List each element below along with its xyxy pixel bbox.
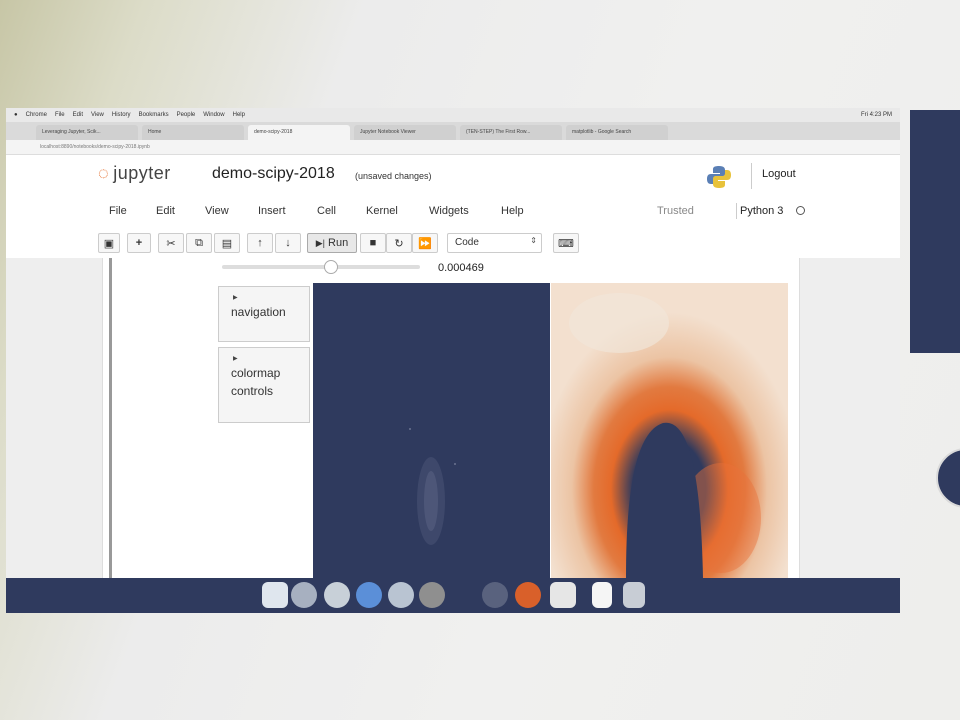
trash-icon[interactable] bbox=[623, 582, 645, 608]
menu-widgets[interactable]: Widgets bbox=[429, 205, 469, 217]
jupyter-logo[interactable]: ◌ jupyter bbox=[98, 163, 171, 184]
floppy-icon: ▣ bbox=[103, 237, 115, 250]
photos-icon[interactable] bbox=[419, 582, 445, 608]
accordion-label: colormap bbox=[231, 366, 281, 380]
logout-button[interactable]: Logout bbox=[762, 168, 796, 180]
copy-icon: ⧉ bbox=[195, 236, 203, 249]
safari-icon[interactable] bbox=[324, 582, 350, 608]
divider bbox=[751, 163, 752, 189]
browser-tab[interactable]: matplotlib - Google Search bbox=[566, 125, 668, 140]
accordion-navigation[interactable]: ▶ navigation bbox=[218, 286, 310, 342]
arrow-down-icon: ↓ bbox=[285, 237, 291, 249]
browser-tabbar: Leveraging Jupyter, Scik... Home demo-sc… bbox=[6, 122, 900, 140]
address-bar[interactable]: localhost:8890/notebooks/demo-scipy-2018… bbox=[6, 140, 900, 155]
slider-track[interactable] bbox=[222, 265, 420, 269]
cell-type-select[interactable]: Code ⇕ bbox=[447, 233, 542, 253]
compass-icon[interactable] bbox=[388, 582, 414, 608]
copy-button[interactable]: ⧉ bbox=[186, 233, 212, 253]
dock bbox=[6, 578, 900, 613]
os-menu-item[interactable]: Help bbox=[233, 112, 245, 118]
image-plot-left[interactable] bbox=[313, 283, 550, 578]
select-arrows-icon: ⇕ bbox=[530, 236, 537, 245]
os-menu-item[interactable]: History bbox=[112, 112, 131, 118]
caret-right-icon: ▶ bbox=[233, 356, 238, 362]
menu-insert[interactable]: Insert bbox=[258, 205, 286, 217]
stop-icon: ■ bbox=[369, 237, 377, 249]
python-logo-icon bbox=[707, 166, 731, 188]
clock: Fri 4:23 PM bbox=[860, 112, 892, 118]
menu-view[interactable]: View bbox=[205, 205, 229, 217]
browser-tab[interactable]: Leveraging Jupyter, Scik... bbox=[36, 125, 138, 140]
image-plot-left-canvas bbox=[409, 428, 456, 545]
add-cell-button[interactable]: + bbox=[127, 233, 151, 253]
restart-run-all-button[interactable]: ⏩ bbox=[412, 233, 438, 253]
run-label: Run bbox=[328, 237, 349, 249]
launchpad-icon[interactable] bbox=[291, 582, 317, 608]
keyboard-icon: ⌨ bbox=[558, 237, 574, 250]
browser-tab-active[interactable]: demo-scipy-2018 bbox=[248, 125, 350, 140]
scissors-icon: ✂ bbox=[166, 237, 176, 250]
divider bbox=[736, 203, 737, 219]
image-plot-right[interactable] bbox=[551, 283, 788, 578]
menu-edit[interactable]: Edit bbox=[156, 205, 175, 217]
os-menu-item[interactable]: Window bbox=[203, 112, 224, 118]
slider-value: 0.000469 bbox=[438, 262, 484, 274]
caret-right-icon: ▶ bbox=[233, 295, 238, 301]
clipboard-icon: ▤ bbox=[221, 237, 233, 250]
logo-text: jupyter bbox=[113, 163, 171, 183]
menu-kernel[interactable]: Kernel bbox=[366, 205, 398, 217]
cut-button[interactable]: ✂ bbox=[158, 233, 184, 253]
os-menu-item[interactable]: View bbox=[91, 112, 104, 118]
accordion-colormap-controls[interactable]: ▶ colormap controls bbox=[218, 347, 310, 423]
refresh-icon: ↻ bbox=[394, 237, 404, 250]
notes-icon[interactable] bbox=[592, 582, 612, 608]
slack-icon[interactable] bbox=[550, 582, 576, 608]
restart-button[interactable]: ↻ bbox=[386, 233, 412, 253]
accordion-label: controls bbox=[231, 384, 274, 398]
finder-icon[interactable] bbox=[262, 582, 288, 608]
run-button[interactable]: ▶| Run bbox=[307, 233, 357, 253]
system-icon[interactable] bbox=[482, 582, 508, 608]
paste-button[interactable]: ▤ bbox=[214, 233, 240, 253]
image-plot-right-canvas bbox=[569, 293, 761, 578]
chrome-icon[interactable] bbox=[515, 582, 541, 608]
command-palette-button[interactable]: ⌨ bbox=[553, 233, 579, 253]
os-menu-item[interactable]: People bbox=[177, 112, 196, 118]
app-store-icon[interactable] bbox=[356, 582, 382, 608]
jupyter-logo-icon: ◌ bbox=[98, 163, 110, 183]
os-menubar: ● Chrome File Edit View History Bookmark… bbox=[6, 108, 900, 122]
cell-selection-bar bbox=[109, 258, 112, 578]
cell-type-value: Code bbox=[455, 237, 479, 248]
stop-button[interactable]: ■ bbox=[360, 233, 386, 253]
move-up-button[interactable]: ↑ bbox=[247, 233, 273, 253]
os-menu-item[interactable]: File bbox=[55, 112, 65, 118]
accordion-label: navigation bbox=[231, 305, 286, 319]
os-menu-item[interactable]: Bookmarks bbox=[139, 112, 169, 118]
arrow-up-icon: ↑ bbox=[257, 237, 263, 249]
save-button[interactable]: ▣ bbox=[98, 233, 120, 253]
browser-tab[interactable]: Jupyter Notebook Viewer bbox=[354, 125, 456, 140]
browser-tab[interactable]: (TEN-STEP) The First Row... bbox=[460, 125, 562, 140]
notebook-title[interactable]: demo-scipy-2018 bbox=[212, 165, 335, 183]
move-down-button[interactable]: ↓ bbox=[275, 233, 301, 253]
apple-icon[interactable]: ● bbox=[14, 112, 18, 118]
screen: ● Chrome File Edit View History Bookmark… bbox=[6, 108, 900, 613]
save-status: (unsaved changes) bbox=[355, 171, 432, 181]
slider-handle[interactable] bbox=[323, 260, 338, 274]
url-text[interactable]: localhost:8890/notebooks/demo-scipy-2018… bbox=[40, 144, 150, 150]
trusted-indicator[interactable]: Trusted bbox=[657, 205, 694, 217]
menu-file[interactable]: File bbox=[109, 205, 127, 217]
side-circle-decoration bbox=[936, 448, 960, 508]
menu-cell[interactable]: Cell bbox=[317, 205, 336, 217]
menu-help[interactable]: Help bbox=[501, 205, 524, 217]
step-icon: ▶| bbox=[315, 237, 326, 248]
os-menu-item[interactable]: Chrome bbox=[26, 112, 47, 118]
os-menu-item[interactable]: Edit bbox=[73, 112, 83, 118]
kernel-idle-icon bbox=[796, 206, 805, 215]
side-panel bbox=[910, 110, 960, 353]
fast-forward-icon: ⏩ bbox=[418, 237, 432, 250]
browser-tab[interactable]: Home bbox=[142, 125, 244, 140]
kernel-name[interactable]: Python 3 bbox=[740, 205, 783, 217]
